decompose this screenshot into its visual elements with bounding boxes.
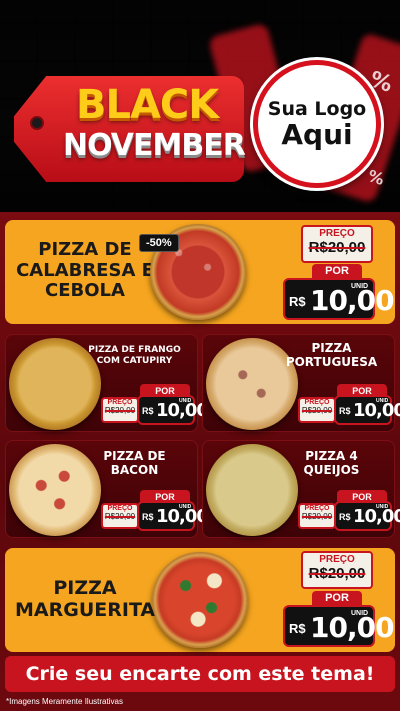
tag-hole bbox=[30, 116, 44, 130]
old-price: R$20,00 bbox=[301, 512, 333, 521]
product-card[interactable]: PIZZA DE FRANGO COM CATUPIRY POR PREÇO R… bbox=[5, 334, 209, 432]
current-price-box: R$ 10,00 UNID bbox=[334, 395, 400, 425]
product-name: PIZZA DE FRANGO COM CATUPIRY bbox=[88, 345, 181, 366]
cta-banner[interactable]: Crie seu encarte com este tema! bbox=[5, 656, 395, 692]
current-price-box: R$ 10,00 UNID bbox=[283, 278, 395, 320]
old-price: R$20,00 bbox=[308, 565, 366, 582]
marguerita-pizza-image bbox=[152, 552, 248, 648]
unit-label: UNID bbox=[351, 610, 369, 617]
old-price-box: PREÇO R$20,00 bbox=[101, 503, 139, 529]
header-banner: % % BLACK NOVEMBER Sua Logo Aqui bbox=[0, 0, 400, 212]
product-name: PIZZA DE CALABRESA E CEBOLA bbox=[16, 239, 154, 302]
disclaimer: *Imagens Meramente Ilustrativas bbox=[6, 697, 123, 706]
currency: R$ bbox=[289, 294, 306, 309]
unit-label: UNID bbox=[351, 283, 369, 290]
product-card[interactable]: PIZZA PORTUGUESA POR PREÇO R$20,00 R$ 10… bbox=[202, 334, 400, 432]
current-price-box: R$ 10,00 UNID bbox=[283, 605, 395, 647]
old-price-box: PREÇO R$20,00 bbox=[298, 503, 336, 529]
product-name: PIZZA MARGUERITA bbox=[15, 577, 156, 621]
product-name: PIZZA PORTUGUESA bbox=[285, 341, 378, 370]
current-price-box: R$ 10,00 UNID bbox=[334, 501, 400, 531]
unit-label: UNID bbox=[179, 398, 192, 404]
product-card[interactable]: PIZZA DE BACON POR PREÇO R$20,00 R$ 10,0… bbox=[5, 440, 209, 538]
por-label: POR bbox=[312, 591, 362, 606]
unit-label: UNID bbox=[376, 504, 389, 510]
currency: R$ bbox=[339, 406, 351, 416]
old-price-box: PREÇO R$20,00 bbox=[101, 397, 139, 423]
old-price-box: PREÇO R$20,00 bbox=[301, 225, 373, 263]
old-price: R$20,00 bbox=[308, 239, 366, 256]
currency: R$ bbox=[339, 512, 351, 522]
unit-label: UNID bbox=[179, 504, 192, 510]
old-price-box: PREÇO R$20,00 bbox=[298, 397, 336, 423]
currency: R$ bbox=[142, 512, 154, 522]
logo-line-2: Aqui bbox=[281, 117, 353, 151]
currency: R$ bbox=[142, 406, 154, 416]
old-price: R$20,00 bbox=[301, 406, 333, 415]
preco-label: PREÇO bbox=[304, 505, 330, 512]
old-price-box: PREÇO R$20,00 bbox=[301, 551, 373, 589]
discount-badge: -50% bbox=[139, 234, 179, 252]
preco-label: PREÇO bbox=[319, 228, 355, 239]
preco-label: PREÇO bbox=[107, 505, 133, 512]
old-price: R$20,00 bbox=[104, 406, 136, 415]
product-name: PIZZA 4 QUEIJOS bbox=[303, 449, 360, 478]
logo-placeholder[interactable]: Sua Logo Aqui bbox=[253, 60, 381, 188]
product-card[interactable]: PIZZA 4 QUEIJOS POR PREÇO R$20,00 R$ 10,… bbox=[202, 440, 400, 538]
preco-label: PREÇO bbox=[319, 554, 355, 565]
featured-product-card[interactable]: PIZZA MARGUERITA PREÇO R$20,00 POR R$ 10… bbox=[5, 548, 395, 652]
current-price-box: R$ 10,00 UNID bbox=[137, 395, 209, 425]
featured-product-card[interactable]: PIZZA DE CALABRESA E CEBOLA -50% PREÇO R… bbox=[5, 220, 395, 324]
logo-line-1: Sua Logo bbox=[267, 97, 367, 120]
november-text: NOVEMBER bbox=[63, 128, 246, 163]
current-price-box: R$ 10,00 UNID bbox=[137, 501, 209, 531]
black-text: BLACK bbox=[76, 82, 219, 128]
por-label: POR bbox=[312, 264, 362, 279]
unit-label: UNID bbox=[376, 398, 389, 404]
old-price: R$20,00 bbox=[104, 512, 136, 521]
preco-label: PREÇO bbox=[107, 399, 133, 406]
currency: R$ bbox=[289, 621, 306, 636]
product-name: PIZZA DE BACON bbox=[103, 449, 166, 478]
preco-label: PREÇO bbox=[304, 399, 330, 406]
